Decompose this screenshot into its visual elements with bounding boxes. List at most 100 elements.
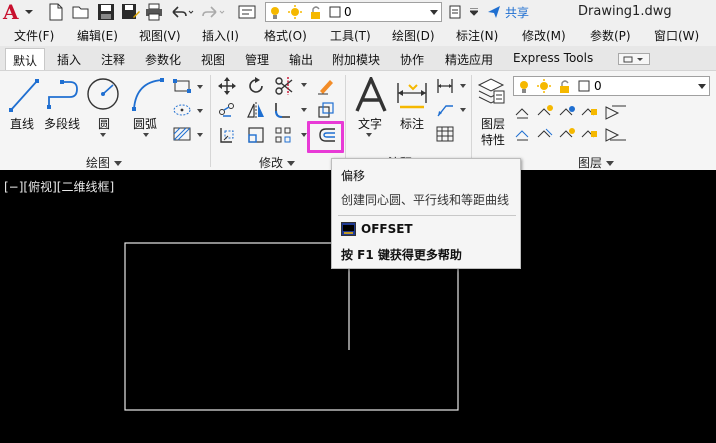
tab-express-tools[interactable]: Express Tools: [513, 51, 593, 65]
panel-divider: [345, 75, 346, 167]
copy-icon: [219, 103, 234, 117]
hatch-pattern-tool[interactable]: [173, 127, 191, 141]
tab-view[interactable]: 视图: [201, 51, 225, 68]
array-tool[interactable]: [274, 126, 292, 144]
menu-parametric[interactable]: 参数(P): [590, 27, 631, 44]
erase-icon: [318, 80, 333, 95]
arc-icon: [132, 78, 164, 111]
command-line-icon: [341, 222, 356, 236]
ellipse-icon: [173, 104, 191, 116]
hatch-dropdown-icon[interactable]: [197, 133, 203, 137]
new-icon[interactable]: [48, 3, 64, 21]
save-as-icon[interactable]: [121, 3, 141, 21]
fillet-tool[interactable]: [274, 101, 292, 119]
tab-default[interactable]: 默认: [5, 48, 46, 70]
line-tool[interactable]: [8, 77, 40, 113]
ribbon-layer-dropdown[interactable]: 0: [513, 76, 710, 96]
app-menu-chevron-icon[interactable]: [25, 6, 33, 18]
circle-tool[interactable]: [86, 77, 120, 111]
trim-tool[interactable]: [274, 76, 294, 96]
plot-icon[interactable]: [145, 3, 163, 21]
layer-tools-row-2: [514, 125, 630, 143]
stretch-icon: [220, 128, 234, 143]
tab-manage[interactable]: 管理: [245, 51, 269, 68]
qat-customize-icon[interactable]: [470, 8, 478, 16]
rectangle-dropdown-icon[interactable]: [197, 85, 203, 89]
minimize-panels-icon: [623, 56, 643, 63]
trim-dropdown-icon[interactable]: [301, 83, 307, 87]
menu-modify[interactable]: 修改(M): [522, 27, 566, 44]
viewport-controls-label[interactable]: [−][俯视][二维线框]: [4, 178, 114, 195]
scale-tool[interactable]: [247, 126, 265, 144]
polyline-tool[interactable]: [46, 79, 80, 111]
text-tool[interactable]: [354, 77, 388, 113]
dimension-label: 标注: [400, 117, 425, 131]
copy-tool[interactable]: [218, 101, 236, 119]
dimension-tool[interactable]: [395, 81, 429, 111]
tab-annotate[interactable]: 注释: [101, 51, 125, 68]
circle-label: 圆: [98, 117, 111, 131]
tab-insert[interactable]: 插入: [57, 51, 81, 68]
circle-dropdown-icon[interactable]: [100, 133, 106, 137]
layer-dropdown[interactable]: 0: [265, 2, 442, 22]
menu-draw[interactable]: 绘图(D): [392, 27, 435, 44]
layers-panel-title[interactable]: 图层: [578, 154, 615, 171]
offset-tooltip: 偏移 创建同心圆、平行线和等距曲线 OFFSET 按 F1 键获得更多帮助: [331, 158, 521, 269]
save-icon[interactable]: [97, 3, 115, 21]
linear-dropdown-icon[interactable]: [460, 84, 466, 88]
layer-properties-label-2: 特性: [481, 133, 506, 147]
redo-icon[interactable]: [201, 3, 225, 21]
undo-icon[interactable]: [170, 3, 194, 21]
menu-edit[interactable]: 编辑(E): [77, 27, 118, 44]
erase-tool[interactable]: [317, 77, 335, 95]
menu-tools[interactable]: 工具(T): [330, 27, 371, 44]
table-tool[interactable]: [436, 126, 454, 142]
workspace-icon[interactable]: [238, 3, 256, 21]
menu-dimension[interactable]: 标注(N): [456, 27, 498, 44]
linear-dimension-tool[interactable]: [436, 78, 454, 94]
open-icon[interactable]: [72, 3, 90, 21]
explode-tool[interactable]: [317, 101, 335, 119]
arc-dropdown-icon[interactable]: [143, 133, 149, 137]
arc-tool[interactable]: [131, 77, 165, 111]
menu-insert[interactable]: 插入(I): [202, 27, 239, 44]
layer-tool-icons-row-2[interactable]: [514, 125, 630, 143]
rectangle-tool[interactable]: [173, 79, 191, 93]
layer-name: 0: [594, 79, 602, 93]
explode-icon: [318, 102, 334, 118]
tab-output[interactable]: 输出: [289, 51, 313, 68]
fillet-dropdown-icon[interactable]: [301, 108, 307, 112]
menu-view[interactable]: 视图(V): [139, 27, 181, 44]
layer-properties-tool[interactable]: [476, 77, 506, 105]
leader-tool[interactable]: [436, 102, 454, 118]
autocad-logo[interactable]: A: [3, 1, 23, 23]
circle-icon: [87, 78, 119, 110]
matchprop-icon[interactable]: [448, 4, 462, 20]
offset-highlight-box: [307, 121, 344, 153]
tab-parametric[interactable]: 参数化: [145, 51, 181, 68]
rotate-tool[interactable]: [247, 77, 265, 95]
modify-panel-title[interactable]: 修改: [259, 154, 296, 171]
draw-panel-title[interactable]: 绘图: [86, 154, 123, 171]
tab-addins[interactable]: 附加模块: [332, 51, 380, 68]
leader-dropdown-icon[interactable]: [460, 108, 466, 112]
chevron-down-icon: [430, 10, 438, 15]
polyline-icon: [47, 80, 78, 109]
menu-window[interactable]: 窗口(W): [654, 27, 699, 44]
menu-file[interactable]: 文件(F): [14, 27, 54, 44]
tab-collaborate[interactable]: 协作: [400, 51, 424, 68]
share-button[interactable]: 共享: [487, 3, 529, 21]
line-label: 直线: [10, 117, 35, 131]
menu-bar: 文件(F) 编辑(E) 视图(V) 插入(I) 格式(O) 工具(T) 绘图(D…: [0, 24, 716, 46]
hatch-tool[interactable]: [173, 103, 191, 117]
ribbon-minimize-button[interactable]: [618, 53, 650, 65]
menu-format[interactable]: 格式(O): [264, 27, 307, 44]
mirror-tool[interactable]: [247, 101, 265, 119]
tab-featured-apps[interactable]: 精选应用: [445, 51, 493, 68]
stretch-tool[interactable]: [218, 126, 236, 144]
fillet-icon: [275, 103, 290, 118]
text-dropdown-icon[interactable]: [366, 133, 372, 137]
ellipse-dropdown-icon[interactable]: [197, 109, 203, 113]
move-tool[interactable]: [218, 77, 236, 95]
layer-tool-icons-row-1[interactable]: [514, 103, 630, 121]
